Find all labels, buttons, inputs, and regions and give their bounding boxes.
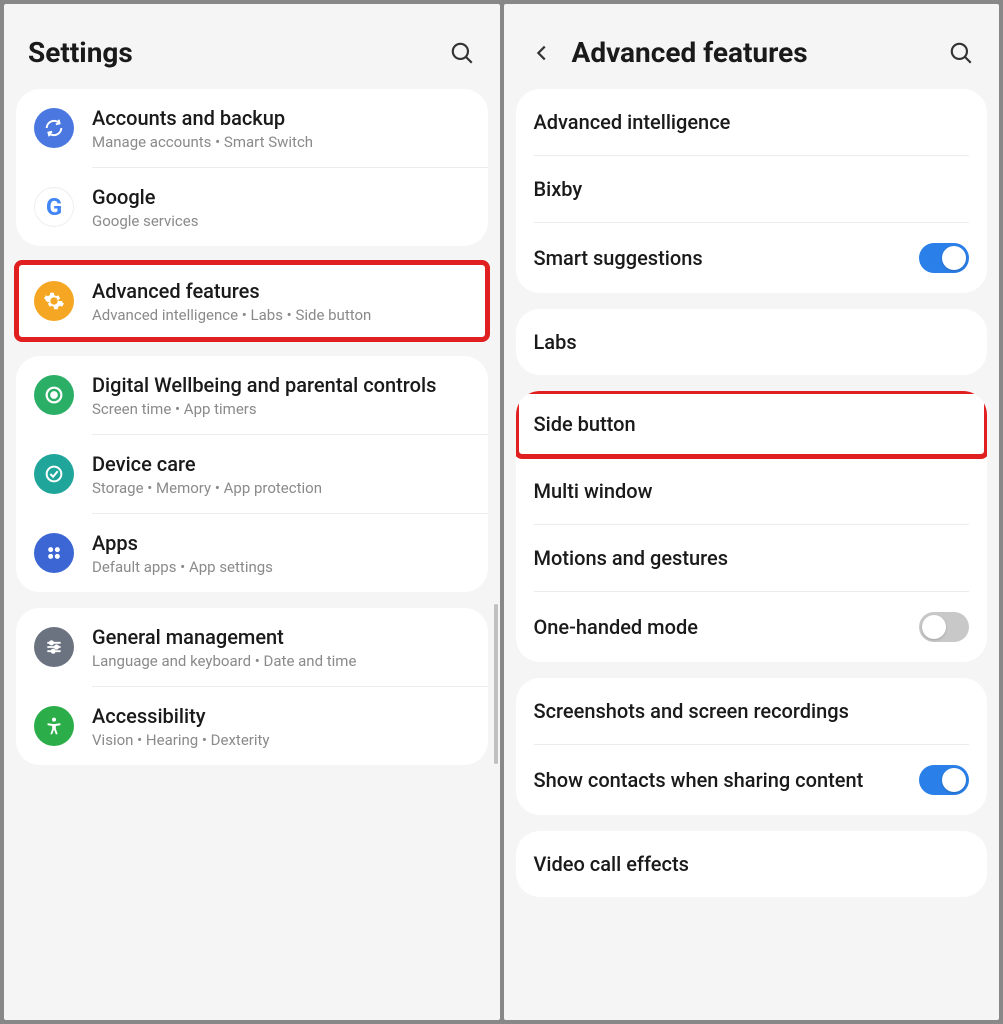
feature-item-title: Advanced intelligence — [534, 109, 731, 135]
chevron-left-icon — [531, 42, 553, 64]
settings-item-title: Accounts and backup — [92, 105, 470, 131]
settings-item-advanced-features[interactable]: Advanced features Advanced intelligence … — [16, 262, 488, 340]
back-button[interactable] — [528, 39, 556, 67]
feature-item-multi-window[interactable]: Multi window — [516, 458, 988, 524]
settings-item-google[interactable]: G Google Google services — [16, 168, 488, 246]
toggle-smart-suggestions[interactable] — [919, 243, 969, 273]
toggle-one-handed-mode[interactable] — [919, 612, 969, 642]
search-button[interactable] — [947, 39, 975, 67]
toggle-show-contacts-sharing[interactable] — [919, 765, 969, 795]
feature-item-smart-suggestions[interactable]: Smart suggestions — [516, 223, 988, 293]
settings-item-sub: Default apps • App settings — [92, 558, 470, 576]
settings-item-title: Google — [92, 184, 470, 210]
settings-item-digital-wellbeing[interactable]: Digital Wellbeing and parental controls … — [16, 356, 488, 434]
settings-item-sub: Manage accounts • Smart Switch — [92, 133, 470, 151]
settings-item-general-management[interactable]: General management Language and keyboard… — [16, 608, 488, 686]
advanced-features-panel: Advanced features Advanced intelligence … — [504, 4, 1000, 1020]
settings-item-sub: Vision • Hearing • Dexterity — [92, 731, 470, 749]
feature-item-advanced-intelligence[interactable]: Advanced intelligence — [516, 89, 988, 155]
features-group: Advanced intelligence Bixby Smart sugges… — [516, 89, 988, 293]
settings-item-sub: Storage • Memory • App protection — [92, 479, 470, 497]
settings-header: Settings — [4, 4, 500, 89]
feature-item-title: One-handed mode — [534, 614, 902, 640]
device-care-icon — [34, 454, 74, 494]
settings-item-title: General management — [92, 624, 470, 650]
features-group: Screenshots and screen recordings Show c… — [516, 678, 988, 815]
advanced-features-header: Advanced features — [504, 4, 1000, 89]
features-group: Side button Multi window Motions and ges… — [516, 391, 988, 662]
feature-item-title: Show contacts when sharing content — [534, 767, 902, 793]
settings-item-sub: Google services — [92, 212, 470, 230]
gear-icon — [34, 281, 74, 321]
feature-item-title: Multi window — [534, 478, 653, 504]
accessibility-icon — [34, 706, 74, 746]
sync-icon — [34, 108, 74, 148]
feature-item-title: Smart suggestions — [534, 245, 902, 271]
features-group: Video call effects — [516, 831, 988, 897]
settings-group: General management Language and keyboard… — [16, 608, 488, 765]
settings-group: Digital Wellbeing and parental controls … — [16, 356, 488, 592]
settings-item-sub: Screen time • App timers — [92, 400, 470, 418]
feature-item-video-call-effects[interactable]: Video call effects — [516, 831, 988, 897]
feature-item-title: Labs — [534, 329, 577, 355]
feature-item-labs[interactable]: Labs — [516, 309, 988, 375]
wellbeing-icon — [34, 375, 74, 415]
settings-item-title: Digital Wellbeing and parental controls — [92, 372, 470, 398]
features-group: Labs — [516, 309, 988, 375]
search-icon — [449, 40, 475, 66]
feature-item-bixby[interactable]: Bixby — [516, 156, 988, 222]
page-title: Settings — [28, 36, 432, 69]
feature-item-title: Screenshots and screen recordings — [534, 698, 849, 724]
settings-item-accessibility[interactable]: Accessibility Vision • Hearing • Dexteri… — [16, 687, 488, 765]
feature-item-title: Video call effects — [534, 851, 689, 877]
google-icon: G — [34, 187, 74, 227]
search-icon — [948, 40, 974, 66]
settings-group-highlighted: Advanced features Advanced intelligence … — [16, 262, 488, 340]
settings-item-sub: Language and keyboard • Date and time — [92, 652, 470, 670]
apps-icon — [34, 533, 74, 573]
search-button[interactable] — [448, 39, 476, 67]
settings-item-accounts-and-backup[interactable]: Accounts and backup Manage accounts • Sm… — [16, 89, 488, 167]
feature-item-title: Side button — [534, 411, 636, 437]
settings-content[interactable]: Accounts and backup Manage accounts • Sm… — [4, 89, 500, 1020]
feature-item-side-button[interactable]: Side button — [516, 391, 988, 457]
feature-item-title: Bixby — [534, 176, 583, 202]
sliders-icon — [34, 627, 74, 667]
settings-item-title: Apps — [92, 530, 470, 556]
advanced-features-content[interactable]: Advanced intelligence Bixby Smart sugges… — [504, 89, 1000, 1020]
page-title: Advanced features — [572, 36, 932, 69]
feature-item-motions-gestures[interactable]: Motions and gestures — [516, 525, 988, 591]
feature-item-title: Motions and gestures — [534, 545, 729, 571]
settings-group: Accounts and backup Manage accounts • Sm… — [16, 89, 488, 246]
feature-item-one-handed-mode[interactable]: One-handed mode — [516, 592, 988, 662]
settings-item-sub: Advanced intelligence • Labs • Side butt… — [92, 306, 470, 324]
settings-item-title: Advanced features — [92, 278, 470, 304]
feature-item-show-contacts-sharing[interactable]: Show contacts when sharing content — [516, 745, 988, 815]
settings-item-title: Device care — [92, 451, 470, 477]
settings-panel: Settings Accounts and backup Manage acco… — [4, 4, 500, 1020]
scrollbar[interactable] — [494, 604, 498, 764]
settings-item-device-care[interactable]: Device care Storage • Memory • App prote… — [16, 435, 488, 513]
settings-item-title: Accessibility — [92, 703, 470, 729]
settings-item-apps[interactable]: Apps Default apps • App settings — [16, 514, 488, 592]
feature-item-screenshots[interactable]: Screenshots and screen recordings — [516, 678, 988, 744]
